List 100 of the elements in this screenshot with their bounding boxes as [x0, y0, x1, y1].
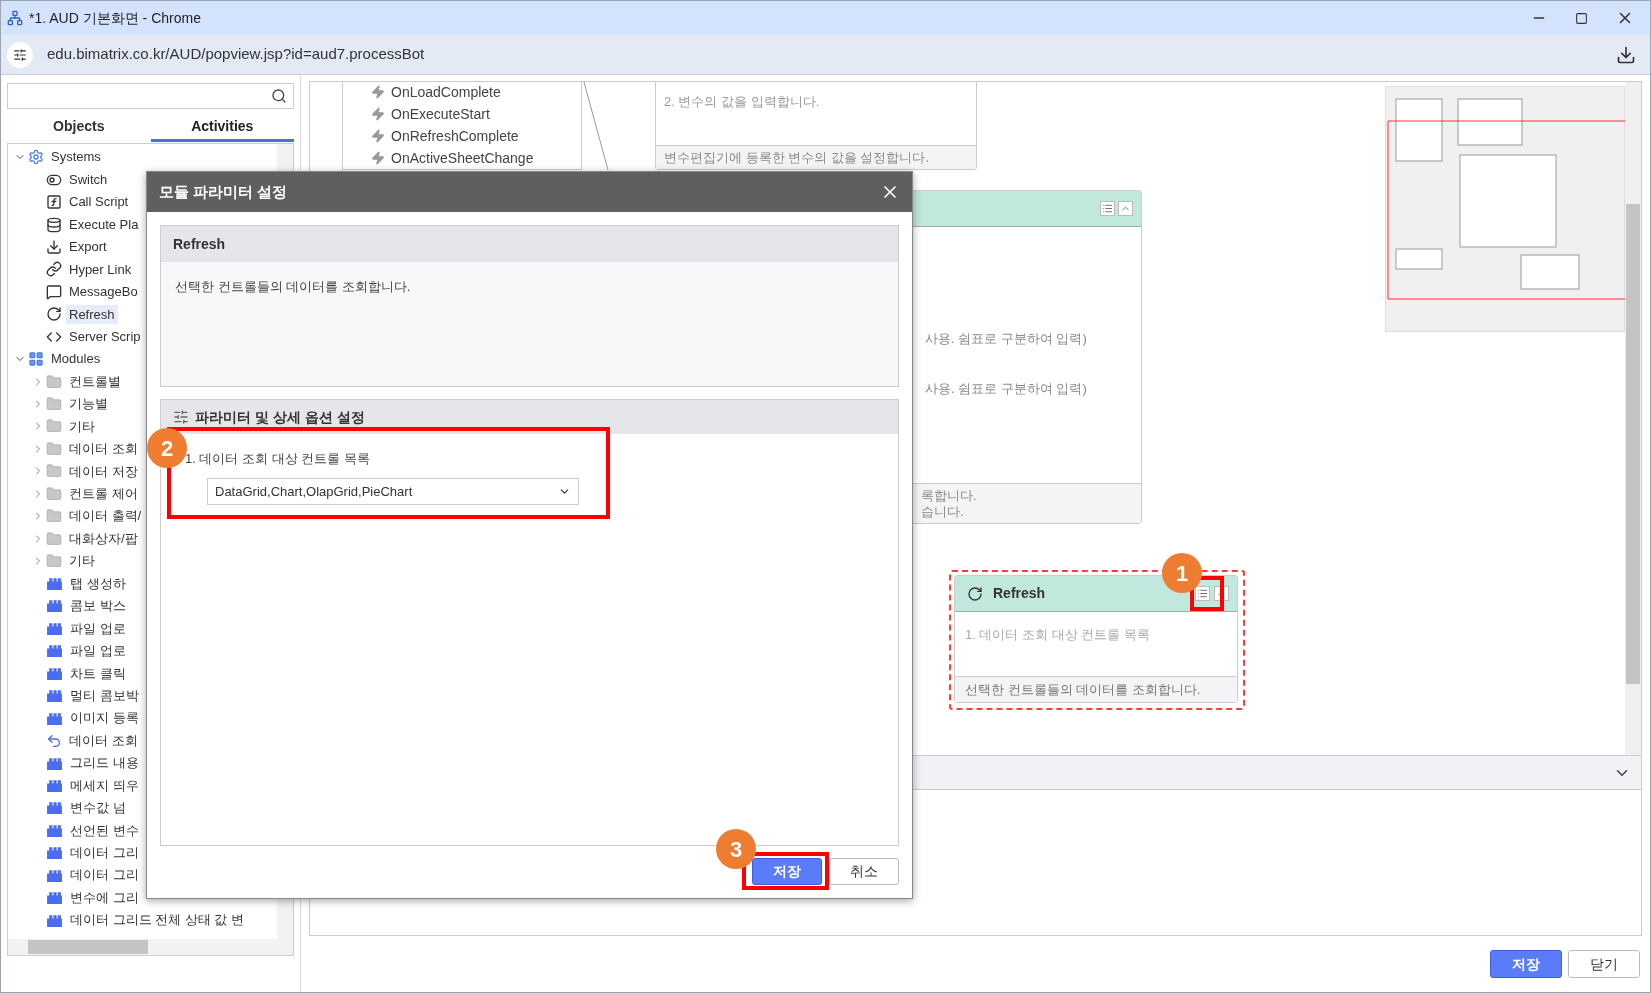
tree-item[interactable]: 데이터 출력/ [66, 506, 145, 526]
refresh-icon [46, 306, 62, 323]
tree-item[interactable]: 데이터 저장 [66, 461, 141, 482]
panel-title: Refresh [173, 234, 226, 254]
brick-icon [46, 913, 63, 927]
tree-item[interactable]: 대화상자/팝 [66, 528, 141, 549]
tree-item[interactable]: Systems [48, 147, 104, 167]
tab[interactable]: Activities [150, 113, 294, 142]
window-title: *1. AUD 기본화면 - Chrome [29, 8, 201, 28]
tree-item[interactable]: MessageBo [66, 282, 141, 302]
link-icon [46, 261, 62, 278]
brick-icon [46, 891, 63, 905]
tree-item[interactable]: 그리드 내용 [67, 753, 142, 773]
tree-item[interactable]: Hyper Link [66, 259, 135, 280]
node-description: 습니다. [921, 503, 965, 520]
param-text: 사용. 쉼표로 구분하여 입력) [925, 330, 1088, 348]
tree-item[interactable]: Execute Pla [66, 214, 142, 235]
node-title: Refresh [993, 584, 1046, 603]
brick-icon [46, 778, 63, 792]
list-icon[interactable] [1195, 586, 1210, 601]
event-label[interactable]: OnActiveSheetChange [391, 147, 534, 169]
folder-icon [46, 485, 62, 502]
tree-item[interactable]: 컨트롤 제어 [66, 484, 141, 504]
site-settings-icon[interactable] [7, 41, 33, 68]
tree-item[interactable]: 데이터 그리 [67, 865, 142, 885]
undo-icon [46, 732, 62, 749]
step-badge: 1 [1162, 553, 1202, 593]
download-icon [46, 238, 62, 255]
tree-item[interactable]: 기능별 [66, 394, 111, 414]
tree-item[interactable]: 탭 생성하 [67, 573, 129, 594]
maximize-icon[interactable] [1575, 11, 1588, 25]
download-icon[interactable] [1616, 44, 1636, 65]
tree-item[interactable]: 콤보 박스 [67, 596, 129, 616]
tree-item[interactable]: 변수값 넘 [67, 798, 129, 818]
tree-item[interactable]: 이미지 등록 [67, 708, 142, 728]
tree-item[interactable]: Server Scrip [66, 326, 144, 347]
event-label[interactable]: OnExecuteStart [391, 103, 490, 125]
tree-item[interactable]: 기타 [66, 416, 98, 437]
search-field[interactable] [7, 83, 294, 109]
tree-item[interactable]: 컨트롤별 [66, 371, 124, 392]
lightning-icon [371, 129, 385, 143]
tree-item[interactable]: 차트 클릭 [67, 663, 129, 684]
brick-icon [46, 577, 63, 591]
tree-item[interactable]: Refresh [66, 304, 118, 325]
brick-icon [46, 689, 63, 703]
database-icon [46, 216, 62, 233]
tree-item[interactable]: 데이터 조회 [66, 439, 141, 459]
lightning-icon [371, 107, 385, 121]
node-description: 변수편집기에 등록한 변수의 값을 설정합니다. [664, 148, 930, 167]
refresh-icon [967, 585, 983, 602]
folder-icon [46, 530, 62, 547]
dialog-title: 모듈 파라미터 설정 [159, 181, 288, 202]
button[interactable]: 저장 [1490, 950, 1562, 978]
node-description: 선택한 컨트롤들의 데이터를 조회합니다. [965, 680, 1201, 699]
list-icon[interactable] [1100, 201, 1115, 216]
tree-item[interactable]: Switch [66, 169, 111, 190]
param-label: 1. 데이터 조회 대상 컨트롤 목록 [185, 451, 370, 466]
tree-item[interactable]: Modules [48, 349, 104, 369]
brick-icon [46, 756, 63, 770]
function-icon [46, 194, 62, 211]
event-label[interactable]: OnLoadComplete [391, 82, 501, 103]
message-icon [46, 283, 62, 300]
tree-item[interactable]: 변수에 그리 [67, 887, 142, 908]
tree-item[interactable]: 메세지 띄우 [67, 775, 142, 796]
tree-item[interactable]: Call Script [66, 192, 132, 212]
folder-icon [46, 463, 62, 480]
button[interactable]: 닫기 [1568, 950, 1640, 978]
sitemap-icon [7, 10, 23, 26]
folder-icon [46, 396, 62, 413]
brick-icon [46, 644, 63, 658]
event-label[interactable]: OnRefreshComplete [391, 125, 519, 147]
tree-item[interactable]: 파일 업로 [67, 641, 129, 661]
tree-item[interactable]: 선언된 변수 [67, 820, 142, 841]
tree-item[interactable]: 데이터 그리 [67, 843, 142, 863]
tree-item[interactable]: 멀티 콤보박 [67, 685, 142, 706]
brick-icon [46, 868, 63, 882]
tree-item[interactable]: 데이터 조회 [66, 730, 141, 751]
scrollbar[interactable] [1625, 82, 1641, 755]
grid-icon [28, 351, 44, 368]
horizontal-scrollbar[interactable] [8, 939, 293, 955]
brick-icon [46, 599, 63, 613]
tree-item[interactable]: 기타 [66, 551, 98, 571]
url-text[interactable]: edu.bimatrix.co.kr/AUD/popview.jsp?id=aud7.processBot [47, 43, 425, 66]
folder-icon [46, 553, 62, 570]
tree-item[interactable]: 파일 업로 [67, 618, 129, 639]
tab[interactable]: Objects [7, 113, 151, 142]
sliders-icon [173, 409, 189, 425]
lightning-icon [371, 151, 385, 165]
brick-icon [46, 846, 63, 860]
tree-item[interactable]: Export [66, 237, 110, 257]
select-field[interactable]: DataGrid,Chart,OlapGrid,PieChart [207, 478, 579, 505]
brick-icon [46, 801, 63, 815]
brick-icon [46, 823, 63, 837]
tree-item[interactable]: 데이터 그리드 전체 상태 값 변 [67, 910, 248, 930]
module-description: 선택한 컨트롤들의 데이터를 조회합니다. [175, 279, 411, 294]
collapse-icon[interactable] [1118, 201, 1133, 216]
button[interactable]: 저장 [752, 858, 822, 885]
lightning-icon [371, 85, 385, 99]
search-icon[interactable] [271, 88, 287, 104]
button[interactable]: 취소 [829, 858, 899, 885]
